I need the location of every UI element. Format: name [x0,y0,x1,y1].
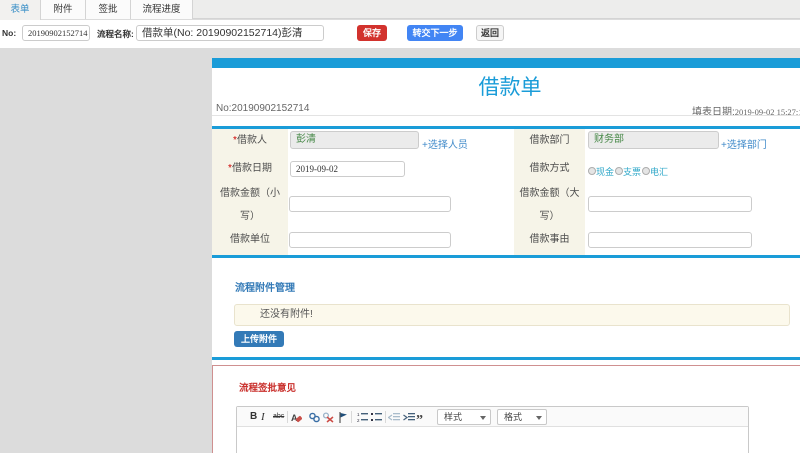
svg-text:A: A [291,413,298,423]
svg-text:1: 1 [357,412,360,417]
svg-text:2: 2 [357,418,360,423]
